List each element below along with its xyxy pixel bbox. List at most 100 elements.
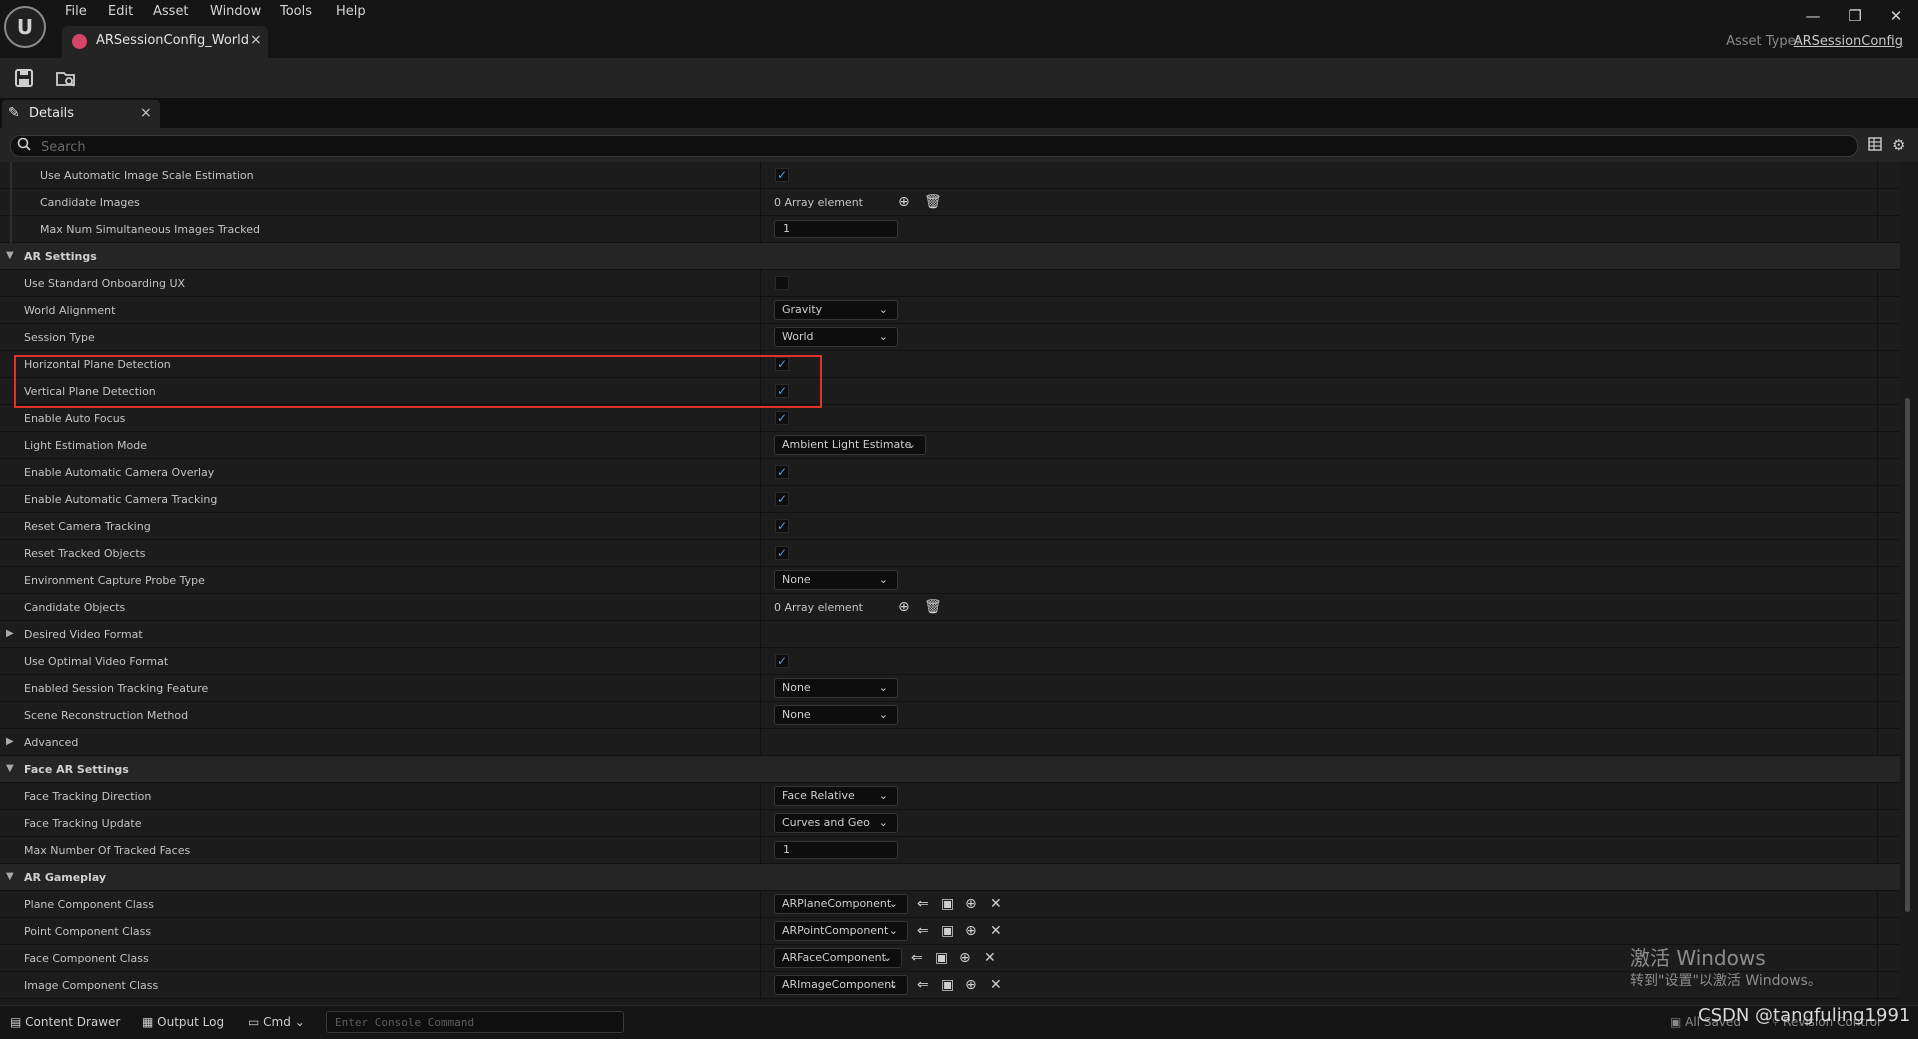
use-selected-icon[interactable]: ⇐ (917, 977, 929, 993)
chevron-down-icon: ⌄ (878, 303, 888, 316)
output-log-button[interactable]: ▦ Output Log (142, 1015, 224, 1029)
property-checkbox[interactable]: ✓ (775, 492, 789, 506)
content-drawer-button[interactable]: ▤ Content Drawer (10, 1015, 120, 1029)
menu-asset[interactable]: Asset (153, 2, 189, 22)
clear-icon[interactable]: ✕ (990, 923, 1002, 939)
property-matrix-icon[interactable] (1868, 137, 1882, 155)
close-tab-icon[interactable]: × (250, 32, 262, 48)
property-dropdown[interactable]: None ⌄ (774, 678, 898, 698)
browse-asset-icon[interactable] (54, 66, 78, 90)
add-class-icon[interactable]: ⊕ (965, 977, 977, 993)
property-checkbox[interactable]: ✓ (775, 519, 789, 533)
browse-folder-icon[interactable]: ▣ (941, 923, 954, 939)
property-dropdown[interactable]: Gravity ⌄ (774, 300, 898, 320)
menu-tools[interactable]: Tools (280, 2, 312, 22)
gear-icon[interactable]: ⚙ (1892, 136, 1905, 154)
asset-type-link[interactable]: ARSessionConfig (1794, 34, 1903, 49)
property-checkbox[interactable]: ✓ (775, 357, 789, 371)
property-dropdown[interactable]: Curves and Geo ⌄ (774, 813, 898, 833)
property-checkbox[interactable]: ✓ (775, 546, 789, 560)
property-dropdown[interactable]: None ⌄ (774, 570, 898, 590)
property-checkbox[interactable]: ✓ (775, 411, 789, 425)
property-label: Reset Camera Tracking (24, 520, 151, 533)
property-checkbox[interactable]: ✓ (775, 465, 789, 479)
column-divider (760, 405, 761, 432)
browse-folder-icon[interactable]: ▣ (941, 896, 954, 912)
clear-icon[interactable]: ✕ (984, 950, 996, 966)
property-row-ar-settings[interactable]: ▼ AR Settings (0, 243, 1900, 270)
search-box[interactable] (10, 135, 1858, 157)
save-icon[interactable] (12, 66, 36, 90)
menu-window[interactable]: Window (210, 2, 261, 22)
property-dropdown[interactable]: Face Relative ⌄ (774, 786, 898, 806)
property-label: Enabled Session Tracking Feature (24, 682, 209, 695)
collapsed-arrow-icon[interactable]: ▶ (6, 628, 14, 639)
browse-folder-icon[interactable]: ▣ (935, 950, 948, 966)
cmd-button[interactable]: ▭ Cmd ⌄ (248, 1015, 305, 1029)
property-checkbox[interactable]: ✓ (775, 654, 789, 668)
class-picker-dropdown[interactable]: ARPointComponent ⌄ (774, 921, 908, 941)
csdn-credit: CSDN @tangfuling1991 (1698, 1005, 1911, 1026)
details-tab[interactable]: ✎ Details × (2, 100, 160, 128)
trash-icon[interactable]: 🗑 (924, 599, 942, 615)
use-selected-icon[interactable]: ⇐ (917, 896, 929, 912)
column-divider (1877, 675, 1878, 702)
property-checkbox[interactable]: ✓ (775, 168, 789, 182)
menu-edit[interactable]: Edit (108, 2, 133, 22)
menu-file[interactable]: File (65, 2, 87, 22)
expanded-arrow-icon[interactable]: ▼ (6, 871, 14, 882)
add-element-icon[interactable]: ⊕ (898, 194, 910, 210)
chevron-down-icon: ⌄ (878, 789, 888, 802)
expanded-arrow-icon[interactable]: ▼ (6, 763, 14, 774)
property-label: Use Automatic Image Scale Estimation (40, 169, 254, 182)
property-dropdown[interactable]: None ⌄ (774, 705, 898, 725)
class-picker-value: ARPlaneComponent (782, 897, 892, 910)
property-row-scene-reconstruction-method: Scene Reconstruction Method None ⌄ (0, 702, 1900, 729)
property-row-face-component-class: Face Component Class ARFaceComponent ⌄ ⇐ ▣ ⊕ ✕ (0, 945, 1900, 972)
search-input[interactable] (39, 138, 1843, 156)
use-selected-icon[interactable]: ⇐ (917, 923, 929, 939)
add-class-icon[interactable]: ⊕ (965, 923, 977, 939)
property-dropdown[interactable]: World ⌄ (774, 327, 898, 347)
console-command-input[interactable] (326, 1011, 624, 1033)
close-details-icon[interactable]: × (140, 105, 152, 121)
restore-icon[interactable]: ❐ (1842, 4, 1868, 28)
category-label: AR Settings (24, 250, 97, 263)
column-divider (760, 297, 761, 324)
expanded-arrow-icon[interactable]: ▼ (6, 250, 14, 261)
add-element-icon[interactable]: ⊕ (898, 599, 910, 615)
property-number-input[interactable]: 1 (774, 841, 898, 859)
property-number-input[interactable]: 1 (774, 220, 898, 238)
clear-icon[interactable]: ✕ (990, 896, 1002, 912)
property-row-ar-gameplay[interactable]: ▼ AR Gameplay (0, 864, 1900, 891)
minimize-icon[interactable]: — (1800, 4, 1826, 28)
details-scrollbar[interactable] (1902, 162, 1912, 1005)
collapsed-arrow-icon[interactable]: ▶ (6, 736, 14, 747)
property-row-advanced[interactable]: ▶ Advanced (0, 729, 1900, 756)
property-checkbox[interactable] (775, 276, 789, 290)
class-picker-dropdown[interactable]: ARImageComponent ⌄ (774, 975, 908, 995)
property-label: Reset Tracked Objects (24, 547, 146, 560)
property-row-desired-video-format[interactable]: ▶ Desired Video Format (0, 621, 1900, 648)
column-divider (1877, 351, 1878, 378)
menu-help[interactable]: Help (336, 2, 366, 22)
add-class-icon[interactable]: ⊕ (965, 896, 977, 912)
column-divider (760, 189, 761, 216)
trash-icon[interactable]: 🗑 (924, 194, 942, 210)
browse-folder-icon[interactable]: ▣ (941, 977, 954, 993)
column-divider (760, 162, 761, 189)
property-label: Use Optimal Video Format (24, 655, 169, 668)
add-class-icon[interactable]: ⊕ (959, 950, 971, 966)
class-picker-dropdown[interactable]: ARPlaneComponent ⌄ (774, 894, 908, 914)
close-window-icon[interactable]: ✕ (1883, 4, 1909, 28)
use-selected-icon[interactable]: ⇐ (911, 950, 923, 966)
property-dropdown[interactable]: Ambient Light Estimate ⌄ (774, 435, 926, 455)
property-row-face-ar-settings[interactable]: ▼ Face AR Settings (0, 756, 1900, 783)
asset-tab[interactable]: ARSessionConfig_World × (62, 26, 268, 58)
property-label: Face Tracking Direction (24, 790, 152, 803)
class-picker-dropdown[interactable]: ARFaceComponent ⌄ (774, 948, 902, 968)
unreal-logo-icon[interactable]: U (4, 6, 46, 48)
property-checkbox[interactable]: ✓ (775, 384, 789, 398)
scroll-thumb[interactable] (1905, 398, 1910, 912)
clear-icon[interactable]: ✕ (990, 977, 1002, 993)
